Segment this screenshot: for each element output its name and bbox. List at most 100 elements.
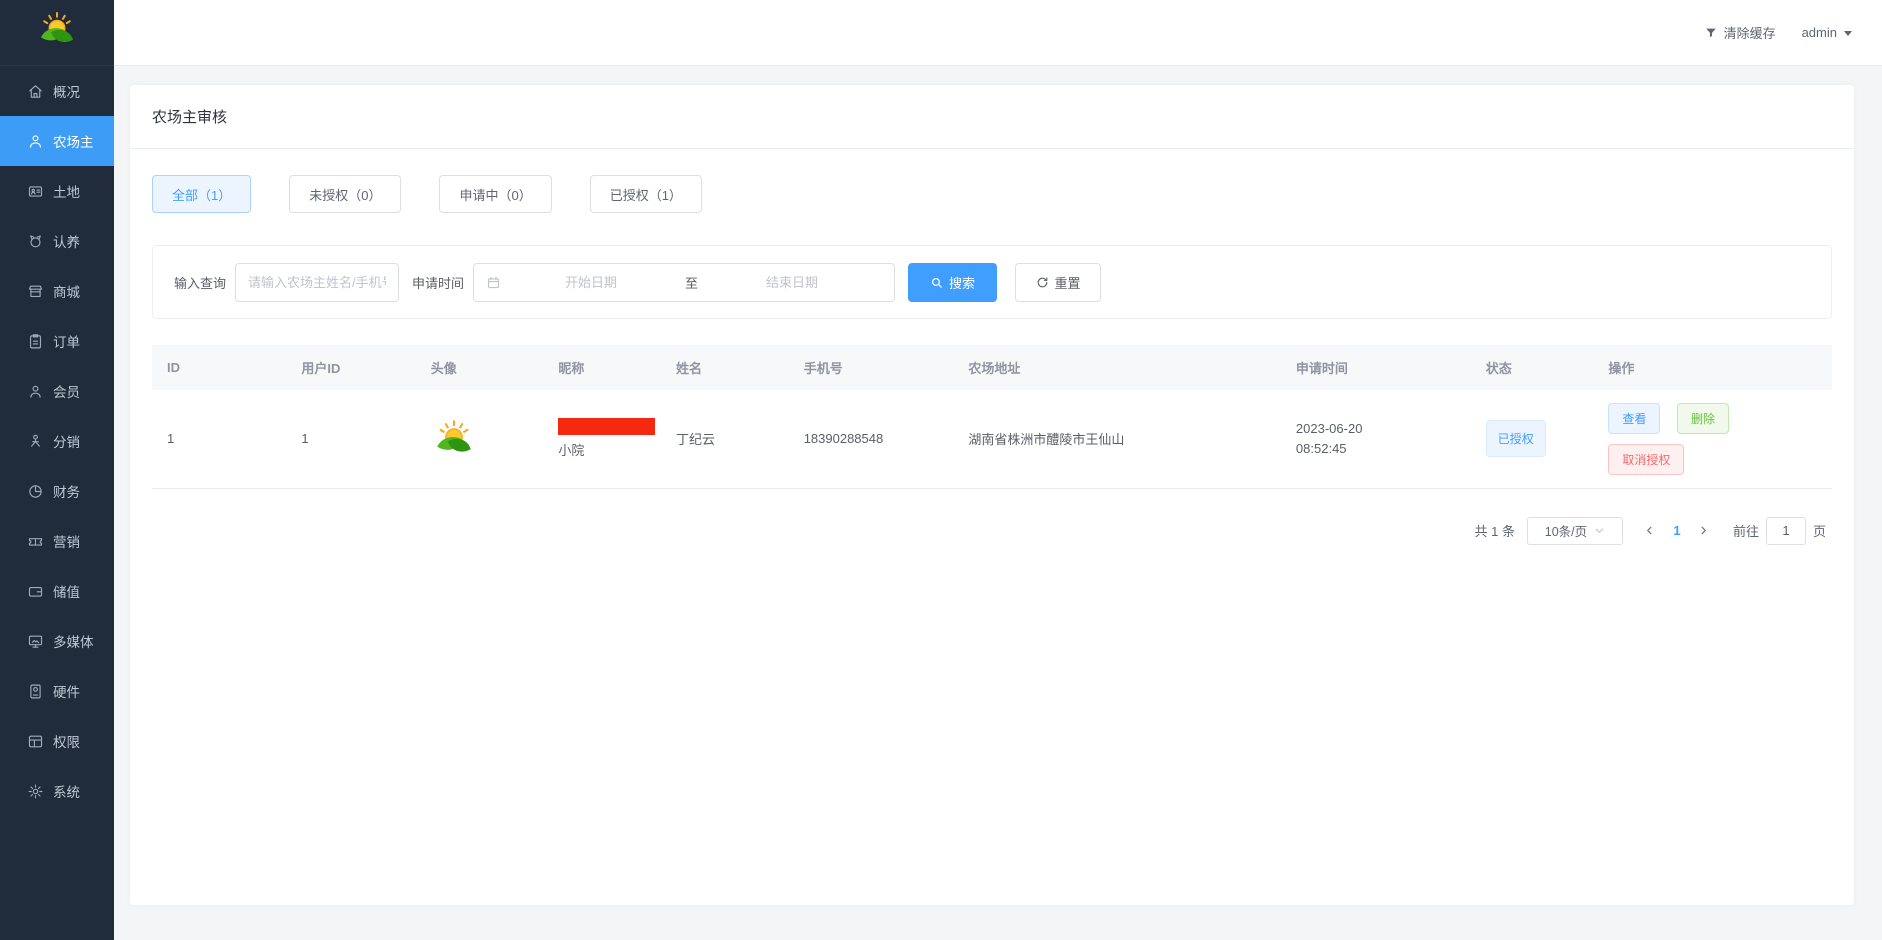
avatar	[431, 416, 477, 462]
pagination: 共 1 条 10条/页 1 前往	[152, 517, 1832, 545]
sidebar-item-mall[interactable]: 商城	[0, 266, 114, 316]
next-page-button[interactable]	[1691, 517, 1717, 545]
total-count: 共 1 条	[1475, 521, 1515, 540]
app-logo[interactable]	[0, 0, 114, 66]
hardware-icon	[27, 683, 44, 700]
sidebar-item-stored-value[interactable]: 储值	[0, 566, 114, 616]
table-row: 1 1	[152, 390, 1832, 488]
topbar: 清除缓存 admin	[114, 0, 1882, 66]
apply-time: 08:52:45	[1296, 439, 1470, 459]
content-column: 清除缓存 admin 农场主审核 全部（1） 未授权（0） 申请中（0） 已授权…	[114, 0, 1882, 940]
reset-button[interactable]: 重置	[1015, 263, 1101, 302]
farm-logo-icon	[35, 8, 79, 57]
clear-cache-label: 清除缓存	[1724, 23, 1776, 42]
refresh-icon	[1036, 276, 1049, 289]
sidebar-item-marketing[interactable]: 营销	[0, 516, 114, 566]
adoption-icon	[27, 233, 44, 250]
sidebar-item-finance[interactable]: 财务	[0, 466, 114, 516]
col-farm-address: 农场地址	[953, 345, 1281, 390]
col-name: 姓名	[661, 345, 789, 390]
overview-icon	[27, 83, 44, 100]
username: admin	[1802, 25, 1837, 40]
calendar-icon	[486, 275, 501, 290]
nickname-redaction-block	[558, 418, 655, 435]
cell-id: 1	[152, 390, 286, 488]
reset-button-label: 重置	[1055, 273, 1081, 292]
sidebar-item-system[interactable]: 系统	[0, 766, 114, 816]
chevron-down-icon	[1844, 31, 1852, 36]
search-button[interactable]: 搜索	[908, 263, 997, 302]
chevron-down-icon	[1594, 525, 1605, 536]
apply-date: 2023-06-20	[1296, 419, 1470, 439]
sidebar-nav: 概况 农场主 土地 认养 商城 订单	[0, 66, 114, 940]
goto-suffix: 页	[1813, 521, 1826, 540]
apply-time-label: 申请时间	[412, 273, 464, 292]
delete-button[interactable]: 删除	[1677, 403, 1729, 434]
sidebar-item-order[interactable]: 订单	[0, 316, 114, 366]
sidebar-item-farmer[interactable]: 农场主	[0, 116, 114, 166]
query-label: 输入查询	[174, 273, 226, 292]
tab-authorized[interactable]: 已授权（1）	[590, 175, 702, 213]
view-button[interactable]: 查看	[1608, 403, 1660, 434]
query-input[interactable]	[235, 263, 399, 302]
status-badge: 已授权	[1486, 420, 1546, 457]
mall-icon	[27, 283, 44, 300]
user-menu[interactable]: admin	[1802, 25, 1852, 40]
page-title: 农场主审核	[130, 85, 1854, 149]
sidebar-item-label: 权限	[53, 731, 80, 751]
cell-farm-address: 湖南省株洲市醴陵市王仙山	[953, 390, 1281, 488]
chevron-right-icon	[1698, 525, 1709, 536]
cell-phone: 18390288548	[789, 390, 954, 488]
sidebar-item-member[interactable]: 会员	[0, 366, 114, 416]
cell-name: 丁纪云	[661, 390, 789, 488]
sidebar-item-hardware[interactable]: 硬件	[0, 666, 114, 716]
page-size-select[interactable]: 10条/页	[1527, 517, 1623, 545]
tab-all[interactable]: 全部（1）	[152, 175, 251, 213]
finance-icon	[27, 483, 44, 500]
prev-page-button[interactable]	[1637, 517, 1663, 545]
cell-user-id: 1	[286, 390, 415, 488]
system-icon	[27, 783, 44, 800]
clear-cache-icon	[1704, 26, 1718, 40]
col-status: 状态	[1471, 345, 1594, 390]
sidebar-item-permission[interactable]: 权限	[0, 716, 114, 766]
date-separator: 至	[681, 273, 702, 292]
date-range-picker[interactable]: 至	[473, 263, 895, 302]
sidebar-item-label: 分销	[53, 431, 80, 451]
sidebar-item-label: 硬件	[53, 681, 80, 701]
cell-apply-time: 2023-06-20 08:52:45	[1281, 390, 1471, 488]
col-avatar: 头像	[416, 345, 544, 390]
order-icon	[27, 333, 44, 350]
col-user-id: 用户ID	[286, 345, 415, 390]
col-nickname: 昵称	[543, 345, 661, 390]
goto-page-input[interactable]	[1766, 517, 1806, 545]
search-icon	[930, 276, 943, 289]
status-tabs: 全部（1） 未授权（0） 申请中（0） 已授权（1）	[152, 175, 1832, 213]
sidebar-item-distribution[interactable]: 分销	[0, 416, 114, 466]
revoke-authorization-button[interactable]: 取消授权	[1608, 444, 1684, 475]
sidebar-item-overview[interactable]: 概况	[0, 66, 114, 116]
sidebar-item-label: 财务	[53, 481, 80, 501]
col-actions: 操作	[1593, 345, 1832, 390]
sidebar-item-label: 认养	[53, 231, 80, 251]
tab-unauthorized[interactable]: 未授权（0）	[289, 175, 401, 213]
sidebar-item-label: 营销	[53, 531, 80, 551]
page-size-value: 10条/页	[1545, 521, 1587, 540]
tab-applying[interactable]: 申请中（0）	[439, 175, 551, 213]
clear-cache-button[interactable]: 清除缓存	[1704, 23, 1776, 42]
end-date-input[interactable]	[702, 274, 882, 291]
sidebar: 概况 农场主 土地 认养 商城 订单	[0, 0, 114, 940]
main-area: 农场主审核 全部（1） 未授权（0） 申请中（0） 已授权（1） 输入查询 申请…	[114, 66, 1882, 940]
sidebar-item-multimedia[interactable]: 多媒体	[0, 616, 114, 666]
app-shell: 概况 农场主 土地 认养 商城 订单	[0, 0, 1882, 940]
sidebar-item-adoption[interactable]: 认养	[0, 216, 114, 266]
review-card: 农场主审核 全部（1） 未授权（0） 申请中（0） 已授权（1） 输入查询 申请…	[130, 85, 1854, 905]
sidebar-item-label: 商城	[53, 281, 80, 301]
sidebar-item-label: 土地	[53, 181, 80, 201]
sidebar-item-land[interactable]: 土地	[0, 166, 114, 216]
page-number-1[interactable]: 1	[1663, 523, 1691, 538]
marketing-icon	[27, 533, 44, 550]
cell-avatar	[416, 390, 544, 488]
cell-nickname: 小院	[543, 390, 661, 488]
start-date-input[interactable]	[501, 274, 681, 291]
